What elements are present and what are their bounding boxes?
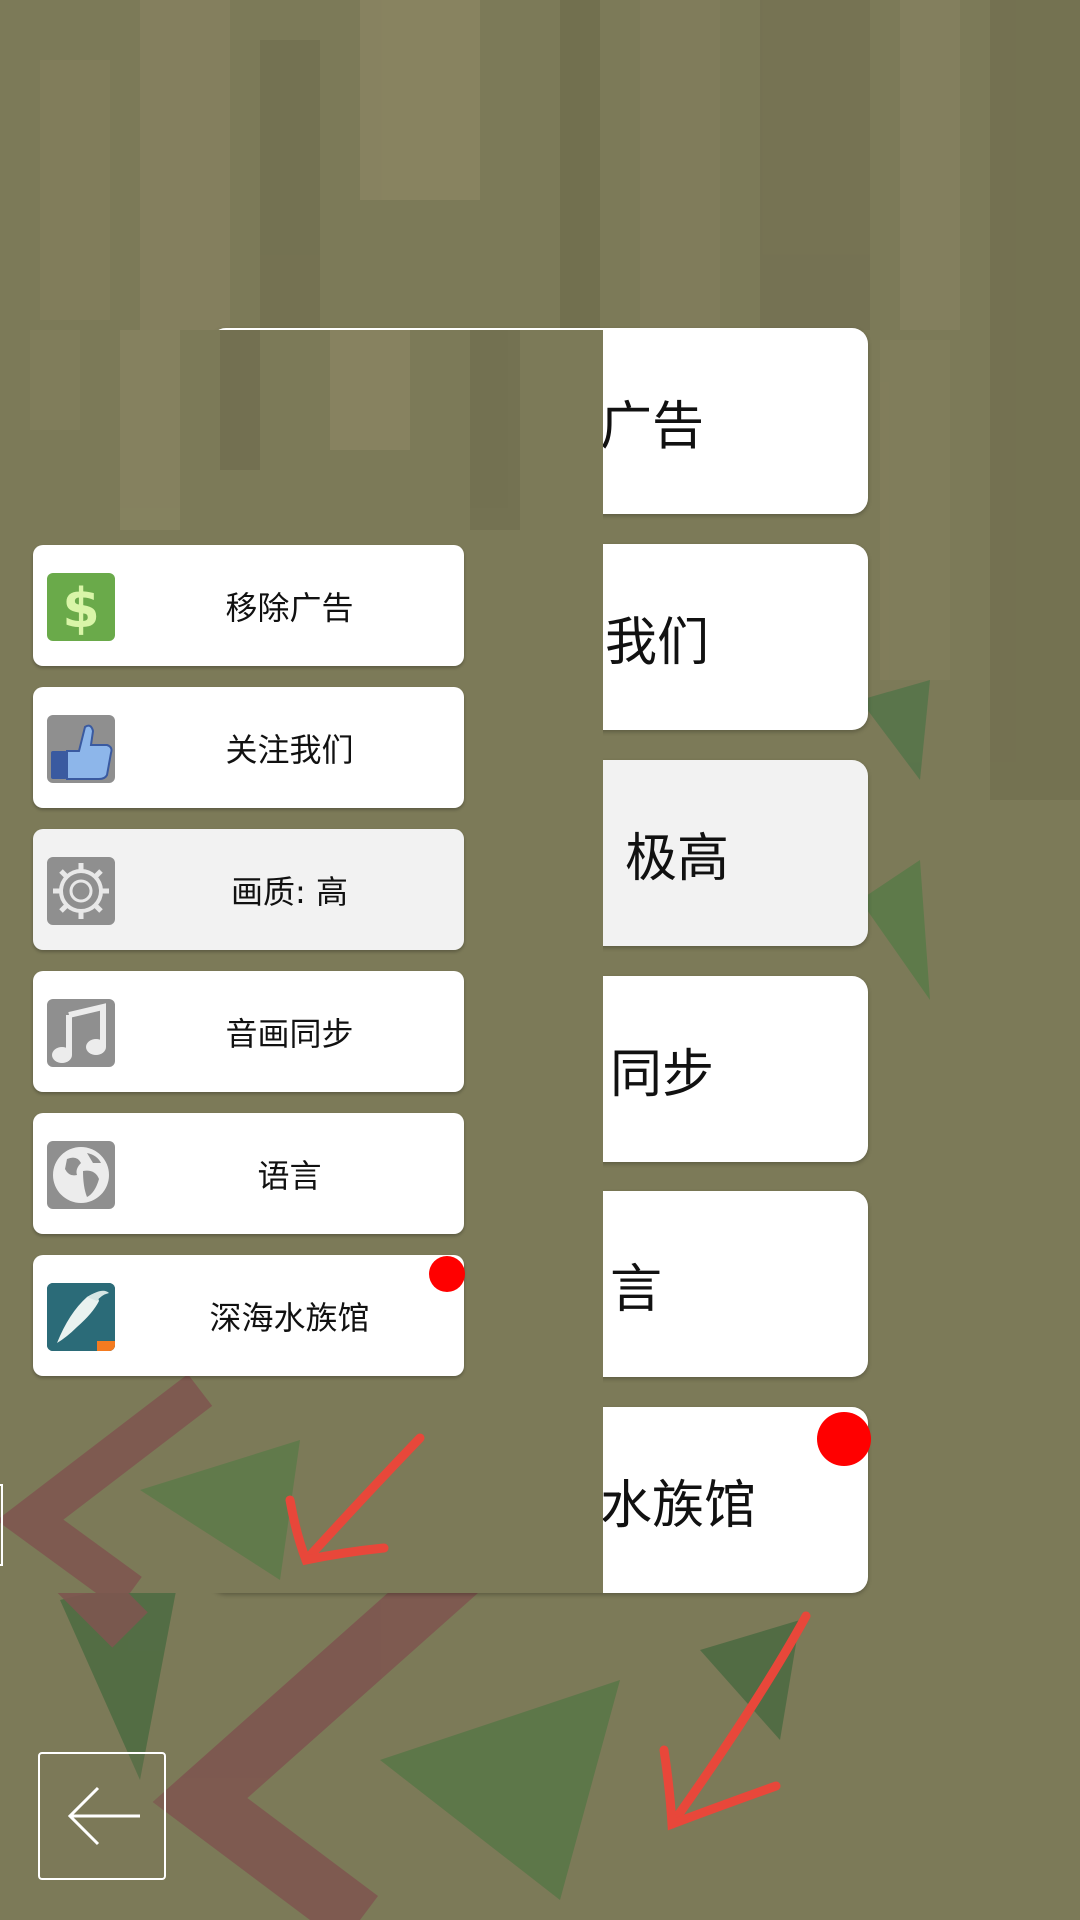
follow-us-button[interactable]: 关注我们: [33, 687, 464, 808]
quality-label: 画质: 高: [231, 872, 348, 911]
remove-ads-label: 移除广告: [225, 588, 354, 627]
quality-button[interactable]: 画质: 高: [33, 829, 464, 950]
back-button[interactable]: [38, 1752, 166, 1880]
overlay-panel: $ 移除广告 关注我们 画质: 高 音画同步 语言 深海水族馆: [0, 330, 603, 1593]
music-note-icon: [47, 999, 115, 1067]
notification-badge: [817, 1412, 871, 1466]
av-sync-label: 音画同步: [225, 1014, 354, 1053]
edge-fragment: [0, 1484, 3, 1566]
av-sync-button[interactable]: 音画同步: [33, 971, 464, 1092]
dollar-icon: $: [47, 573, 115, 641]
thumbs-up-icon: [47, 715, 115, 783]
language-button[interactable]: 语言: [33, 1113, 464, 1234]
aquarium-app-label: 深海水族馆: [209, 1298, 370, 1337]
notification-badge: [429, 1256, 465, 1292]
aquarium-app-button[interactable]: 深海水族馆: [33, 1255, 464, 1376]
annotation-arrow-icon: [659, 1611, 811, 1831]
language-label: 语言: [257, 1156, 322, 1195]
svg-text:$: $: [62, 577, 100, 640]
remove-ads-button[interactable]: $ 移除广告: [33, 545, 464, 666]
whale-app-icon: [47, 1283, 115, 1351]
annotation-arrow-icon: [285, 1433, 425, 1566]
globe-icon: [47, 1141, 115, 1209]
overlay-background-scene: [0, 330, 603, 1593]
arrow-left-icon: [67, 1786, 140, 1846]
follow-us-label: 关注我们: [225, 730, 354, 769]
gear-icon: [47, 857, 115, 925]
